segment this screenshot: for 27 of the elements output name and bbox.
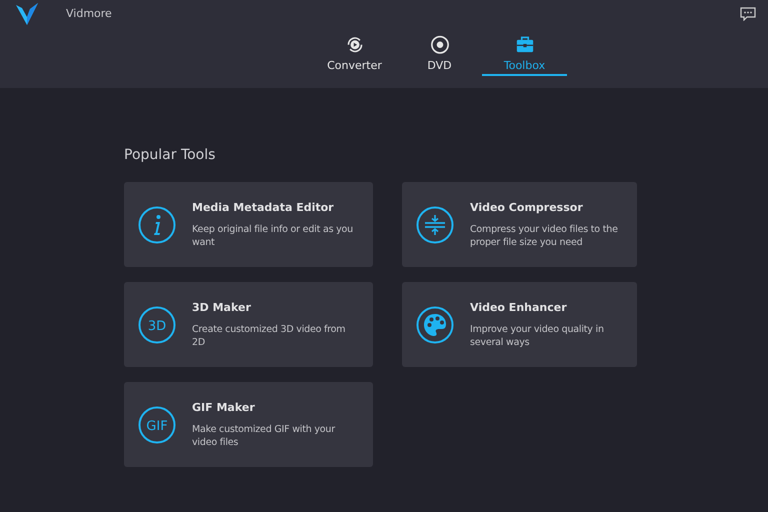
tool-title: GIF Maker xyxy=(192,400,256,416)
tool-description: Make customized GIF with your video files xyxy=(192,423,336,450)
feedback-icon[interactable] xyxy=(740,7,756,21)
app-name: Vidmore xyxy=(66,6,112,22)
tool-card[interactable]: 3D 3D Maker Create customized 3D video from 2D xyxy=(124,282,373,367)
tool-description: Create customized 3D video from 2D xyxy=(192,323,346,350)
info-icon xyxy=(138,206,176,244)
tool-title: Video Enhancer xyxy=(470,300,568,316)
compress-icon xyxy=(416,206,454,244)
tool-card[interactable]: Media Metadata Editor Keep original file info or edit as you want xyxy=(124,182,373,267)
nav-tab[interactable]: Toolbox xyxy=(482,35,567,76)
section-title: Popular Tools xyxy=(124,146,216,165)
tool-description: Compress your video files to the proper file size you need xyxy=(470,223,619,250)
palette-icon xyxy=(416,306,454,344)
tool-description: Improve your video quality in several ways xyxy=(470,323,605,350)
tool-description: Keep original file info or edit as you want xyxy=(192,223,354,250)
tool-title: Video Compressor xyxy=(470,200,584,216)
logo-icon xyxy=(16,3,38,25)
text-badge-icon: GIF xyxy=(138,406,176,444)
tool-title: Media Metadata Editor xyxy=(192,200,335,216)
tool-card[interactable]: Video Enhancer Improve your video quality in several ways xyxy=(402,282,637,367)
tool-card[interactable]: Video Compressor Compress your video files to the proper file size you need xyxy=(402,182,637,267)
tool-title: 3D Maker xyxy=(192,300,252,316)
nav-tab[interactable]: DVD xyxy=(397,35,482,76)
nav-tab[interactable]: Converter xyxy=(312,35,397,76)
tool-card[interactable]: GIF GIF Maker Make customized GIF with your video files xyxy=(124,382,373,467)
text-badge-icon: 3D xyxy=(138,306,176,344)
